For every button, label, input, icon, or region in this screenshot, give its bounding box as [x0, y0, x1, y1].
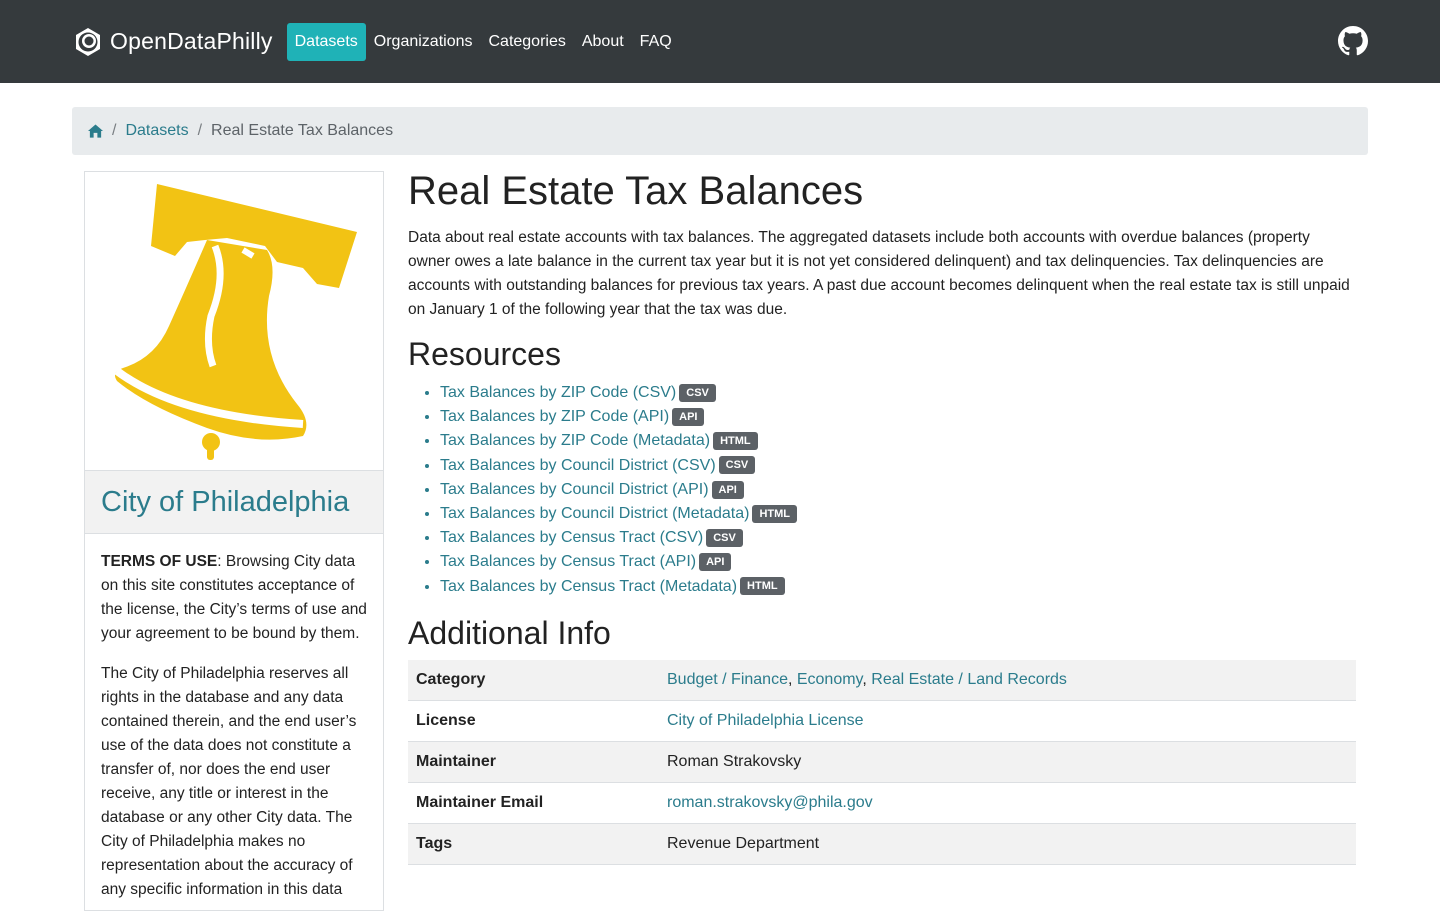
rights-paragraph: The City of Philadelphia reserves all ri…	[101, 665, 357, 898]
resource-link[interactable]: Tax Balances by Census Tract (CSV)	[440, 529, 703, 546]
resource-item: Tax Balances by Census Tract (API)API	[440, 550, 1356, 574]
category-value: Budget / Finance, Economy, Real Estate /…	[659, 659, 1356, 701]
opendataphilly-logo-icon	[76, 27, 100, 56]
category-link[interactable]: Budget / Finance	[667, 671, 788, 688]
format-badge: CSV	[679, 383, 716, 402]
dataset-main: Real Estate Tax Balances Data about real…	[408, 169, 1356, 865]
nav-organizations[interactable]: Organizations	[366, 23, 481, 61]
top-navbar: OpenDataPhilly Datasets Organizations Ca…	[0, 0, 1440, 83]
category-label: Category	[408, 659, 659, 701]
brand-name: OpenDataPhilly	[110, 28, 273, 54]
format-badge: HTML	[740, 577, 785, 596]
maintainer-label: Maintainer	[408, 741, 659, 783]
resource-link[interactable]: Tax Balances by ZIP Code (API)	[440, 408, 669, 425]
format-badge: CSV	[718, 456, 756, 475]
brand-link[interactable]: OpenDataPhilly	[72, 26, 273, 58]
license-link[interactable]: City of Philadelphia License	[667, 712, 864, 729]
maintainer-email-value: roman.strakovsky@phila.gov	[659, 782, 1356, 824]
organization-image[interactable]	[85, 172, 383, 471]
liberty-bell-icon	[114, 184, 357, 460]
dataset-description: Data about real estate accounts with tax…	[408, 229, 1350, 318]
organization-sidebar: City of Philadelphia TERMS OF USE: Brows…	[84, 171, 384, 911]
format-badge: API	[711, 480, 744, 499]
tags-label: Tags	[408, 823, 659, 865]
nav-categories[interactable]: Categories	[480, 23, 573, 61]
terms-paragraph: TERMS OF USE: Browsing City data on this…	[101, 550, 367, 646]
table-row: Maintainer Roman Strakovsky	[408, 741, 1356, 783]
tags-value: Revenue Department	[659, 823, 1356, 865]
category-link[interactable]: Real Estate / Land Records	[871, 671, 1067, 688]
resource-link[interactable]: Tax Balances by Council District (API)	[440, 481, 709, 498]
resource-item: Tax Balances by Council District (Metada…	[440, 502, 1356, 526]
additional-info-heading: Additional Info	[408, 614, 611, 651]
organization-name-panel: City of Philadelphia	[85, 471, 383, 534]
format-badge: HTML	[752, 504, 797, 523]
nav-datasets[interactable]: Datasets	[286, 22, 366, 61]
resource-item: Tax Balances by ZIP Code (API)API	[440, 405, 1356, 429]
resource-link[interactable]: Tax Balances by Census Tract (Metadata)	[440, 578, 737, 595]
maintainer-value: Roman Strakovsky	[659, 741, 1356, 783]
license-value: City of Philadelphia License	[659, 700, 1356, 742]
resource-item: Tax Balances by Council District (API)AP…	[440, 478, 1356, 502]
terms-of-use: TERMS OF USE: Browsing City data on this…	[85, 534, 383, 902]
breadcrumb-separator: /	[112, 122, 117, 139]
resources-heading: Resources	[408, 336, 561, 372]
resource-link[interactable]: Tax Balances by ZIP Code (Metadata)	[440, 432, 710, 449]
resource-link[interactable]: Tax Balances by Council District (Metada…	[440, 505, 749, 522]
nav-about[interactable]: About	[574, 23, 632, 61]
license-label: License	[408, 700, 659, 742]
table-row: Tags Revenue Department	[408, 823, 1356, 865]
resource-item: Tax Balances by Census Tract (CSV)CSV	[440, 526, 1356, 550]
page-title: Real Estate Tax Balances	[408, 169, 864, 213]
resources-list: Tax Balances by ZIP Code (CSV)CSV Tax Ba…	[408, 381, 1356, 599]
resource-link[interactable]: Tax Balances by ZIP Code (CSV)	[440, 384, 676, 401]
additional-info-table: Category Budget / Finance, Economy, Real…	[408, 659, 1356, 865]
table-row: Category Budget / Finance, Economy, Real…	[408, 659, 1356, 701]
resource-link[interactable]: Tax Balances by Census Tract (API)	[440, 553, 696, 570]
terms-label: TERMS OF USE	[101, 553, 218, 570]
resource-item: Tax Balances by Council District (CSV)CS…	[440, 454, 1356, 478]
resource-link[interactable]: Tax Balances by Council District (CSV)	[440, 457, 716, 474]
format-badge: API	[672, 407, 705, 426]
format-badge: HTML	[713, 432, 758, 451]
github-icon[interactable]	[1338, 26, 1368, 56]
format-badge: CSV	[706, 528, 743, 547]
nav-faq[interactable]: FAQ	[632, 23, 680, 61]
breadcrumb-datasets-link[interactable]: Datasets	[125, 122, 188, 140]
breadcrumb-separator: /	[197, 122, 203, 139]
table-row: Maintainer Email roman.strakovsky@phila.…	[408, 782, 1356, 824]
home-icon[interactable]	[88, 124, 103, 138]
table-row: License City of Philadelphia License	[408, 700, 1356, 742]
resource-item: Tax Balances by ZIP Code (Metadata)HTML	[440, 429, 1356, 453]
breadcrumb-current: Real Estate Tax Balances	[211, 122, 394, 139]
resource-item: Tax Balances by Census Tract (Metadata)H…	[440, 575, 1356, 599]
format-badge: API	[699, 553, 732, 572]
resource-item: Tax Balances by ZIP Code (CSV)CSV	[440, 381, 1356, 405]
category-link[interactable]: Economy	[797, 671, 863, 688]
breadcrumb: / Datasets / Real Estate Tax Balances	[72, 107, 1368, 155]
organization-name-link[interactable]: City of Philadelphia	[101, 486, 349, 519]
maintainer-email-label: Maintainer Email	[408, 782, 659, 824]
maintainer-email-link[interactable]: roman.strakovsky@phila.gov	[667, 794, 873, 811]
